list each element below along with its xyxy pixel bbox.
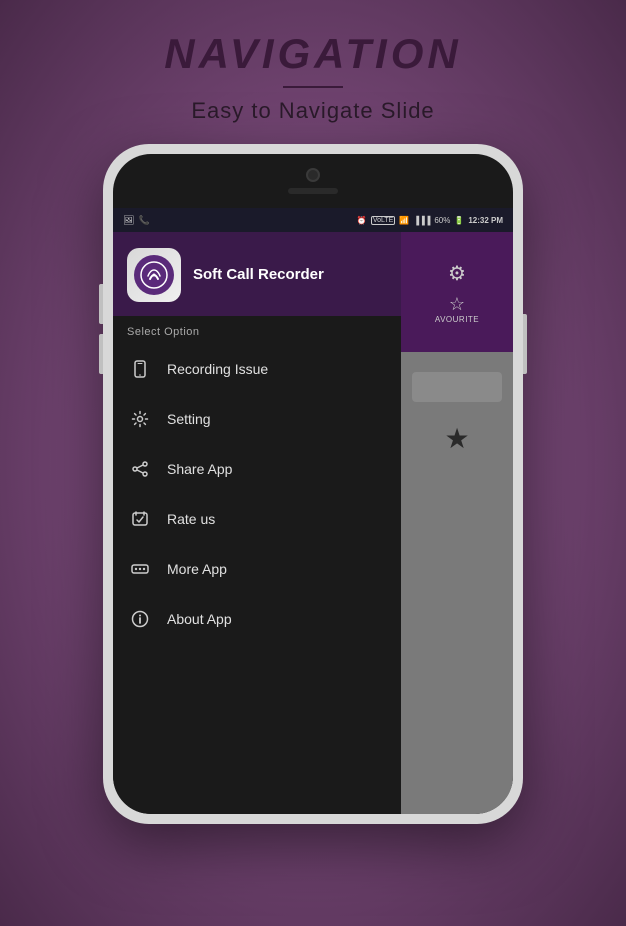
status-bar: 🖼 📞 ⏰ VoLTE 📶 ▐▐▐ 60% 🔋 12:32 PM bbox=[113, 208, 513, 232]
menu-item-more[interactable]: More App bbox=[113, 544, 401, 594]
phone-outline-icon bbox=[127, 356, 153, 382]
app-name-label: Soft Call Recorder bbox=[193, 266, 324, 284]
menu-item-rate[interactable]: Rate us bbox=[113, 494, 401, 544]
star-filled-icon: ★ bbox=[444, 422, 469, 455]
volume-down-button bbox=[99, 334, 103, 374]
select-option-label: Select Option bbox=[113, 316, 401, 344]
phone-top-bar bbox=[288, 168, 338, 194]
signal-bars: ▐▐▐ bbox=[413, 216, 430, 225]
menu-item-setting[interactable]: Setting bbox=[113, 394, 401, 444]
favourite-star-icon[interactable]: ☆ bbox=[449, 294, 465, 315]
drawer-header: Soft Call Recorder bbox=[113, 232, 401, 316]
setting-label: Setting bbox=[167, 411, 211, 427]
battery-percent: 60% bbox=[434, 216, 450, 225]
app-logo bbox=[127, 248, 181, 302]
drawer-menu-list: Recording Issue Setting bbox=[113, 344, 401, 814]
favourite-label: AVOURITE bbox=[435, 315, 479, 324]
menu-item-share[interactable]: Share App bbox=[113, 444, 401, 494]
camera-dot bbox=[306, 168, 320, 182]
right-panel: ⚙ ☆ AVOURITE ★ bbox=[401, 232, 513, 814]
right-panel-top: ⚙ ☆ AVOURITE bbox=[401, 232, 513, 352]
right-gear-icon[interactable]: ⚙ bbox=[448, 261, 466, 286]
volte-indicator: VoLTE bbox=[371, 216, 396, 225]
page-subtitle: Easy to Navigate Slide bbox=[20, 98, 606, 124]
menu-item-recording[interactable]: Recording Issue bbox=[113, 344, 401, 394]
rate-icon bbox=[127, 506, 153, 532]
phone-status-icon: 📞 bbox=[138, 215, 149, 226]
recording-issue-label: Recording Issue bbox=[167, 361, 268, 377]
page-title: NAVIGATION bbox=[20, 30, 606, 78]
menu-item-about[interactable]: About App bbox=[113, 594, 401, 644]
more-icon bbox=[127, 556, 153, 582]
photo-status-icon: 🖼 bbox=[123, 215, 134, 226]
info-icon bbox=[127, 606, 153, 632]
share-icon bbox=[127, 456, 153, 482]
share-app-label: Share App bbox=[167, 461, 232, 477]
about-app-label: About App bbox=[167, 611, 232, 627]
sim-icon: 📶 bbox=[399, 216, 409, 225]
volume-up-button bbox=[99, 284, 103, 324]
content-block-1 bbox=[412, 372, 502, 402]
right-panel-content: ★ bbox=[401, 352, 513, 814]
clock: 12:32 PM bbox=[468, 216, 503, 225]
phone-mockup: 🖼 📞 ⏰ VoLTE 📶 ▐▐▐ 60% 🔋 12:32 PM bbox=[103, 144, 523, 824]
app-content: Soft Call Recorder Select Option bbox=[113, 232, 513, 814]
settings-icon bbox=[127, 406, 153, 432]
alarm-icon: ⏰ bbox=[357, 216, 367, 225]
speaker-grille bbox=[288, 188, 338, 194]
power-button bbox=[523, 314, 527, 374]
navigation-drawer: Soft Call Recorder Select Option bbox=[113, 232, 401, 814]
logo-inner-icon bbox=[134, 255, 174, 295]
more-app-label: More App bbox=[167, 561, 227, 577]
rate-us-label: Rate us bbox=[167, 511, 215, 527]
battery-icon: 🔋 bbox=[454, 216, 464, 225]
